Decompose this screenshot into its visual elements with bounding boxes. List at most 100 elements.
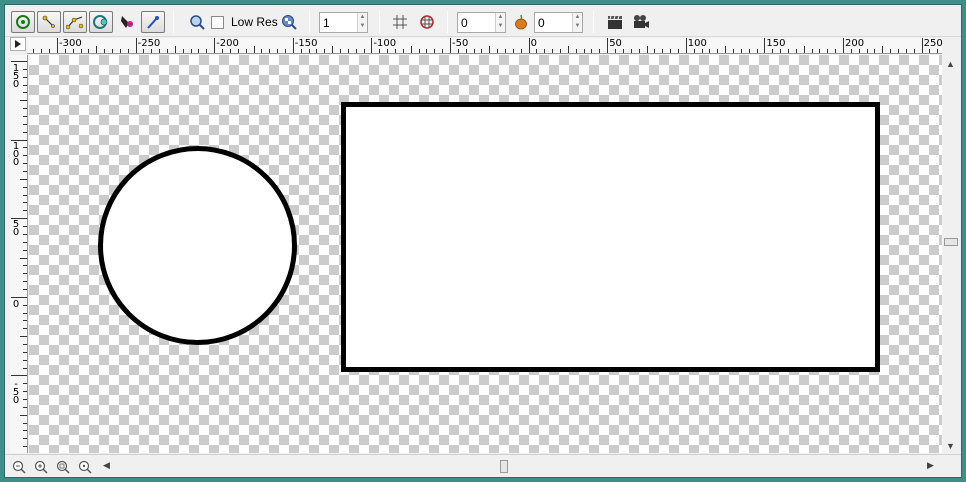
ruler-minor-tick <box>324 49 326 53</box>
ruler-minor-tick <box>457 49 459 53</box>
zoom-in-button[interactable] <box>33 460 49 474</box>
low-res-checkbox[interactable] <box>211 16 224 29</box>
scroll-right-icon[interactable]: ▶ <box>927 460 934 471</box>
ruler-minor-tick <box>670 49 672 53</box>
render-quality-button[interactable] <box>277 11 301 33</box>
zoom-fit-small-button[interactable] <box>55 460 71 474</box>
transform-icon <box>16 15 30 29</box>
ruler-minor-tick <box>72 49 74 53</box>
ruler-minor-tick <box>20 178 27 180</box>
preview-render-button[interactable] <box>629 11 653 33</box>
work-area-canvas[interactable] <box>29 55 942 453</box>
ruler-minor-tick <box>630 49 632 53</box>
zoom-spinbox[interactable]: 1 ▲ ▼ <box>319 12 368 33</box>
ruler-minor-tick <box>23 194 27 196</box>
ruler-minor-tick <box>929 49 931 53</box>
ruler-minor-tick <box>277 49 279 53</box>
ruler-minor-tick <box>222 49 224 53</box>
spin-down-icon[interactable]: ▼ <box>573 22 582 31</box>
ruler-minor-tick <box>434 49 436 53</box>
ruler-minor-tick <box>795 49 797 53</box>
ruler-minor-tick <box>363 49 365 53</box>
rotate-tool-button[interactable] <box>89 11 113 33</box>
ruler-minor-tick <box>418 49 420 53</box>
ruler-menu-button[interactable] <box>10 37 26 51</box>
ruler-label: -50 <box>452 38 469 49</box>
ruler-minor-tick <box>23 304 27 306</box>
camera-icon <box>634 15 649 28</box>
zoom-out-button[interactable] <box>11 460 27 474</box>
ruler-minor-tick <box>591 49 593 53</box>
ruler-minor-tick <box>237 49 239 53</box>
ruler-minor-tick <box>850 49 852 53</box>
ruler-minor-tick <box>20 414 27 416</box>
ruler-minor-tick <box>23 288 27 290</box>
zoom-value: 1 <box>323 16 330 30</box>
scroll-up-icon[interactable]: ▲ <box>946 59 955 69</box>
scroll-down-icon[interactable]: ▼ <box>946 441 955 451</box>
ruler-minor-tick <box>402 49 404 53</box>
ruler-minor-tick <box>88 49 90 53</box>
ruler-minor-tick <box>827 49 829 53</box>
spin-up-icon[interactable]: ▲ <box>573 13 582 22</box>
zoom-reset-button[interactable] <box>77 460 93 474</box>
spin-down-icon[interactable]: ▼ <box>496 22 505 31</box>
ruler-minor-tick <box>497 49 499 53</box>
vertical-scrollbar[interactable]: ▲ ▼ <box>942 55 960 453</box>
ruler-minor-tick <box>913 49 915 53</box>
onion-past-spinbox[interactable]: 0 ▲ ▼ <box>457 12 506 33</box>
ruler-major-tick <box>11 61 27 62</box>
ruler-minor-tick <box>866 49 868 53</box>
scroll-left-icon[interactable]: ◀ <box>103 460 110 471</box>
ruler-minor-tick <box>23 391 27 393</box>
ruler-minor-tick <box>701 49 703 53</box>
rectangle-shape[interactable] <box>341 102 880 372</box>
ruler-minor-tick <box>41 49 43 53</box>
bottom-bar: ◀ ▶ <box>5 454 961 477</box>
grid-toggle-button[interactable] <box>388 11 412 33</box>
spin-up-icon[interactable]: ▲ <box>496 13 505 22</box>
ruler-major-tick <box>57 38 58 53</box>
ruler-minor-tick <box>410 46 412 53</box>
animation-mode-button[interactable] <box>603 11 627 33</box>
draw-tool-button[interactable] <box>141 11 165 33</box>
spin-down-icon[interactable]: ▼ <box>358 22 367 31</box>
ruler-label: 250 <box>923 38 942 49</box>
ruler-minor-tick <box>174 46 176 53</box>
grid-icon <box>393 15 407 29</box>
transform-tool-button[interactable] <box>11 11 35 33</box>
ruler-minor-tick <box>23 131 27 133</box>
vertical-scroll-thumb[interactable] <box>944 238 958 246</box>
ruler-minor-tick <box>190 49 192 53</box>
ruler-minor-tick <box>583 49 585 53</box>
ruler-minor-tick <box>677 49 679 53</box>
ruler-major-tick <box>371 38 373 53</box>
grid-snap-button[interactable] <box>415 11 439 33</box>
ruler-minor-tick <box>23 68 27 70</box>
onion-future-spinbox[interactable]: 0 ▲ ▼ <box>534 12 583 33</box>
zoom-in-icon <box>34 460 48 474</box>
ruler-minor-tick <box>23 359 27 361</box>
ruler-minor-tick <box>23 422 27 424</box>
scale-tool-button[interactable] <box>63 11 87 33</box>
ruler-minor-tick <box>489 46 491 53</box>
horizontal-scroll-thumb[interactable] <box>500 460 508 473</box>
ruler-minor-tick <box>387 49 389 53</box>
ruler-minor-tick <box>717 49 719 53</box>
ruler-minor-tick <box>732 49 734 53</box>
ruler-label: 100 <box>687 38 707 49</box>
ruler-minor-tick <box>332 46 334 53</box>
zoom-fit-button[interactable] <box>185 11 209 33</box>
ruler-major-tick <box>921 38 923 53</box>
ruler-minor-tick <box>756 49 758 53</box>
fill-tool-button[interactable] <box>115 11 139 33</box>
ruler-minor-tick <box>339 49 341 53</box>
ruler-minor-tick <box>355 49 357 53</box>
spin-up-icon[interactable]: ▲ <box>358 13 367 22</box>
onion-skin-button[interactable] <box>509 11 533 33</box>
ruler-label: -250 <box>137 38 161 49</box>
ruler-label: 0 <box>530 38 537 49</box>
circle-shape[interactable] <box>98 146 297 345</box>
smooth-move-tool-button[interactable] <box>37 11 61 33</box>
ruler-minor-tick <box>49 49 51 53</box>
